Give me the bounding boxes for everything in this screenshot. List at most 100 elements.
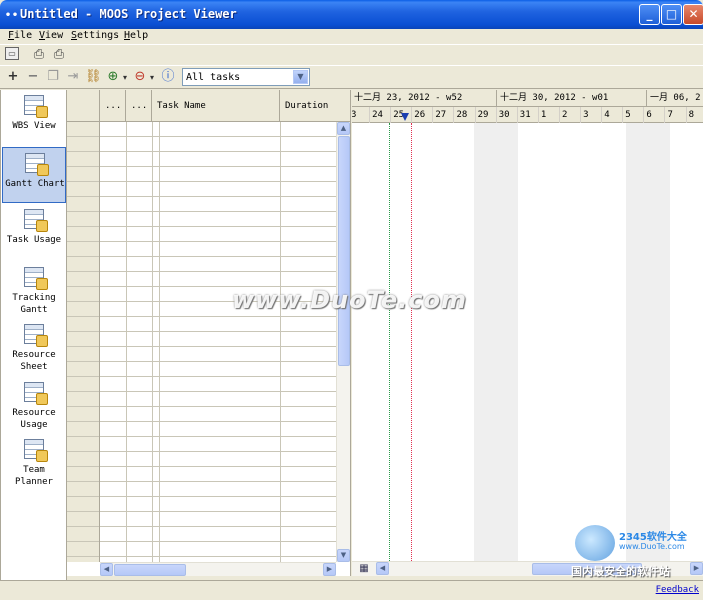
gantt-chart-area[interactable]: 十二月 23, 2012 - w52 十二月 30, 2012 - w01 一月… [352, 90, 703, 576]
view-label: Tracking Gantt [12, 293, 56, 315]
zoom-out-dropdown-icon[interactable]: ▾ [150, 73, 154, 82]
minimize-button[interactable]: _ [639, 4, 660, 25]
scroll-right-icon[interactable]: ▶ [323, 563, 336, 576]
view-label: Team Planner [15, 465, 53, 487]
toolbar-secondary: + − ❐ ⇥ ⛓ ⊕ ▾ ⊖ ▾ ⓘ [0, 65, 703, 89]
info-icon[interactable]: ⓘ [160, 69, 176, 85]
grid-header: ... ... Task Name Duration [67, 90, 350, 122]
day-label: 31 [518, 107, 539, 123]
grid-vertical-scrollbar[interactable]: ▲ ▼ [336, 122, 350, 562]
window-title: Untitled - MOOS Project Viewer [20, 7, 237, 21]
view-label: WBS View [12, 121, 56, 131]
task-filter-select[interactable]: All tasks ▼ [182, 68, 310, 86]
open-icon[interactable]: ▭ [5, 47, 19, 60]
link-icon[interactable]: ⛓ [85, 69, 102, 85]
print-icon[interactable]: ⎙ [31, 47, 47, 63]
day-label: 29 [476, 107, 497, 123]
column-divider [159, 122, 160, 562]
app-icon: •• [5, 10, 20, 21]
day-label: 27 [433, 107, 455, 123]
column-header-mode[interactable]: ... [126, 90, 152, 122]
view-team-planner[interactable]: Team Planner [2, 434, 66, 490]
indent-icon[interactable]: ⇥ [65, 69, 81, 85]
zoom-in-icon[interactable]: ⊕ [105, 69, 121, 85]
task-grid: ... ... Task Name Duration ▲ ▼ ◀ ▶ [67, 90, 351, 576]
toolbar-primary: ▭ ⎙ ⎙ [0, 44, 703, 65]
day-label: 26 [412, 107, 434, 123]
status-date-line [411, 123, 412, 561]
scroll-left-icon[interactable]: ◀ [100, 563, 113, 576]
day-label: 5 [623, 107, 645, 123]
today-marker-icon [401, 113, 409, 121]
gantt-timescale-weeks: 十二月 23, 2012 - w52 十二月 30, 2012 - w01 一月… [352, 90, 703, 107]
watermark-text: www.DuoTe.com [232, 286, 467, 314]
day-label: 3 [352, 107, 370, 123]
row-header-corner [67, 90, 100, 122]
day-label: 24 [370, 107, 392, 123]
menu-view[interactable]: View [39, 30, 63, 41]
wbs-view-icon [24, 95, 48, 118]
tracking-gantt-icon [24, 267, 48, 290]
day-label: 28 [455, 107, 476, 123]
view-gantt-chart[interactable]: Gantt Chart [2, 147, 66, 203]
print-preview-icon[interactable]: ⎙ [51, 47, 67, 63]
title-bar: •• Untitled - MOOS Project Viewer _ □ ✕ [0, 0, 703, 29]
task-filter-value: All tasks [186, 72, 241, 83]
zoom-out-icon[interactable]: ⊖ [132, 69, 148, 85]
scroll-left-icon[interactable]: ◀ [376, 562, 389, 575]
watermark-brand: 2345软件大全 [619, 532, 687, 543]
view-label: Task Usage [6, 235, 62, 245]
day-label: 8 [687, 107, 703, 123]
column-header-indicators[interactable]: ... [100, 90, 126, 122]
add-icon[interactable]: + [5, 69, 21, 85]
resource-usage-icon [24, 382, 48, 405]
day-label: 6 [644, 107, 666, 123]
view-sidebar: WBS View Gantt Chart Task Usage Tracking… [0, 90, 67, 580]
scroll-up-icon[interactable]: ▲ [337, 122, 350, 135]
view-label: Resource Sheet [12, 350, 56, 372]
mascot-icon [575, 525, 615, 561]
row-numbers[interactable] [67, 122, 100, 562]
grid-horizontal-scroll-thumb[interactable] [114, 564, 186, 576]
day-label: 7 [666, 107, 687, 123]
grid-horizontal-scrollbar[interactable]: ◀ ▶ [100, 562, 336, 576]
chevron-down-icon[interactable]: ▼ [293, 70, 308, 84]
zoom-in-dropdown-icon[interactable]: ▾ [123, 73, 127, 82]
weekend-band [474, 123, 518, 561]
scroll-down-icon[interactable]: ▼ [337, 549, 350, 562]
team-planner-icon [24, 439, 48, 462]
task-rows[interactable] [100, 122, 336, 562]
remove-icon[interactable]: − [25, 69, 41, 85]
column-divider [280, 122, 281, 562]
weekend-band [626, 123, 670, 561]
view-label: Gantt Chart [5, 179, 65, 189]
grid-vertical-scroll-thumb[interactable] [338, 136, 350, 366]
day-label: 2 [560, 107, 581, 123]
menu-bar: File View Settings Help [0, 29, 703, 44]
view-task-usage[interactable]: Task Usage [2, 204, 66, 260]
view-resource-usage[interactable]: Resource Usage [2, 377, 66, 433]
day-label: 4 [602, 107, 624, 123]
column-header-duration[interactable]: Duration [280, 90, 350, 122]
copy-icon[interactable]: ❐ [45, 69, 61, 85]
menu-file[interactable]: File [8, 30, 32, 41]
maximize-button[interactable]: □ [661, 4, 682, 25]
view-label: Resource Usage [12, 408, 56, 430]
view-resource-sheet[interactable]: Resource Sheet [2, 319, 66, 375]
week-label: 一月 06, 2 [646, 90, 703, 107]
gantt-chart-icon [25, 153, 49, 176]
menu-help[interactable]: Help [124, 30, 148, 41]
close-button[interactable]: ✕ [683, 4, 703, 25]
view-tracking-gantt[interactable]: Tracking Gantt [2, 262, 66, 318]
day-label: 3 [581, 107, 603, 123]
week-label: 十二月 23, 2012 - w52 [352, 90, 496, 107]
gantt-table-icon[interactable]: ▦ [356, 562, 372, 575]
view-wbs[interactable]: WBS View [2, 90, 66, 146]
watermark-logo: 2345软件大全 www.DuoTe.com 国内最安全的软件站 [565, 520, 703, 580]
day-label: 30 [497, 107, 518, 123]
baseline-date-line [389, 123, 390, 561]
column-header-task-name[interactable]: Task Name [152, 90, 280, 122]
menu-settings[interactable]: Settings [71, 30, 119, 41]
column-divider [152, 122, 153, 562]
feedback-link[interactable]: Feedback [656, 585, 699, 595]
